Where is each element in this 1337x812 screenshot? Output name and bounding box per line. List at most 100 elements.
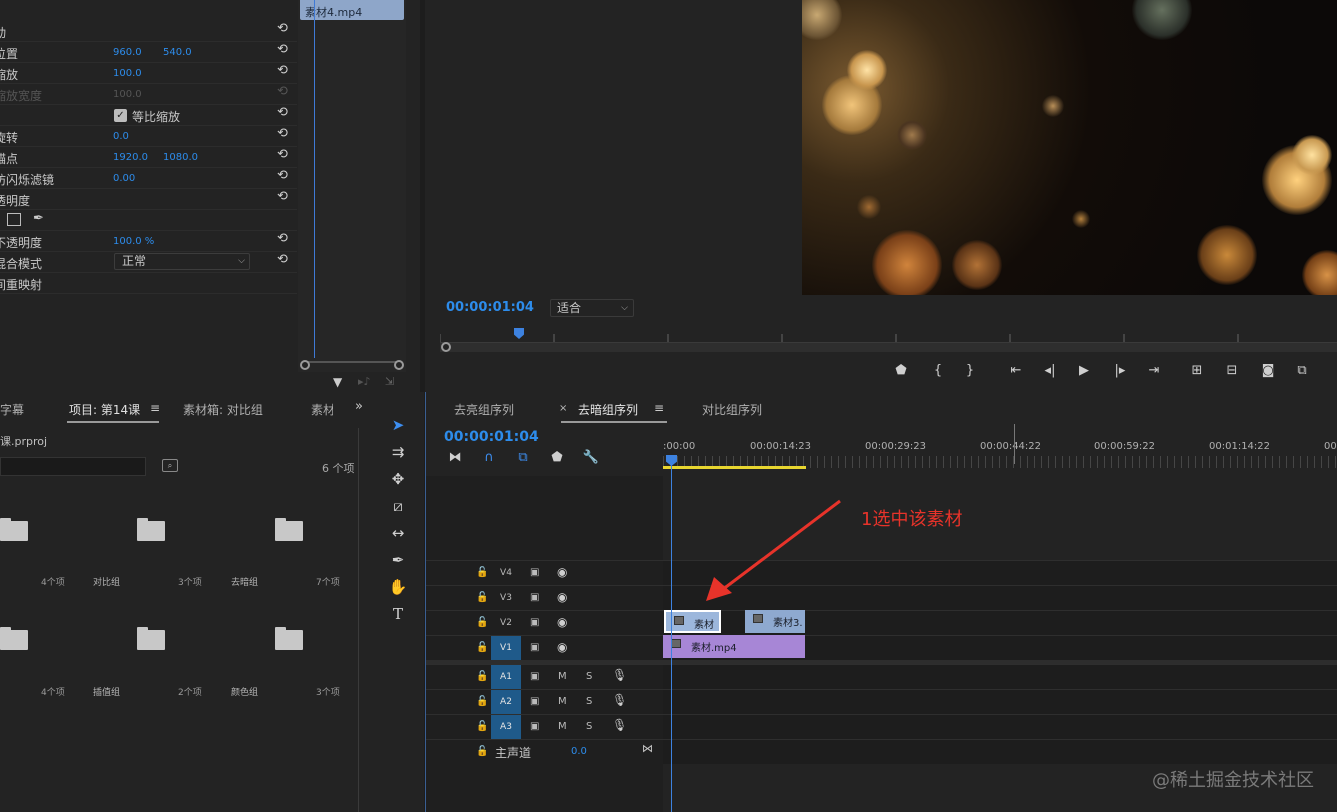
track-lane[interactable]: [663, 715, 1337, 739]
wrench-icon[interactable]: 🔧: [582, 450, 600, 465]
reset-icon[interactable]: ⟲: [277, 64, 291, 78]
monitor-zoom-knob[interactable]: [441, 342, 451, 352]
track-lane[interactable]: [663, 665, 1337, 689]
anchor-x-value[interactable]: 1920.0: [113, 152, 148, 163]
track-label[interactable]: V2: [491, 611, 521, 635]
tab-project[interactable]: 项目: 第14课: [69, 401, 140, 418]
sync-lock-icon[interactable]: ▣: [530, 592, 539, 603]
track-lane[interactable]: [663, 690, 1337, 714]
mark-in-icon[interactable]: {: [928, 362, 948, 380]
ripple-edit-tool-icon[interactable]: ✥: [388, 469, 408, 489]
folder-icon[interactable]: [0, 518, 28, 541]
nest-icon[interactable]: ⧓: [446, 450, 464, 465]
tab-sequence-3[interactable]: 对比组序列: [702, 401, 762, 418]
filter-icon[interactable]: ▼: [333, 375, 342, 389]
antiflicker-value[interactable]: 0.00: [113, 173, 135, 184]
clip-v2[interactable]: 素材3.: [745, 610, 805, 633]
work-area-bar[interactable]: [663, 466, 806, 469]
folder-name[interactable]: 颜色组: [231, 685, 258, 698]
mic-icon[interactable]: 🎙: [612, 718, 627, 732]
track-select-tool-icon[interactable]: ⇉: [388, 442, 408, 462]
mute-button[interactable]: M: [558, 721, 567, 732]
tab-menu-icon[interactable]: ≡: [654, 401, 664, 415]
track-lane[interactable]: [663, 740, 1337, 764]
mic-icon[interactable]: 🎙: [612, 693, 627, 707]
project-scrollbar[interactable]: [358, 428, 359, 812]
sync-lock-icon[interactable]: ▣: [530, 642, 539, 653]
lock-icon[interactable]: 🔓: [476, 671, 488, 682]
close-icon[interactable]: ×: [559, 403, 567, 414]
pen-tool-icon[interactable]: ✒: [388, 550, 408, 570]
uniform-scale-checkbox[interactable]: ✓: [114, 109, 127, 122]
reset-icon[interactable]: ⟲: [277, 190, 291, 204]
reset-icon[interactable]: ⟲: [277, 169, 291, 183]
project-search-input[interactable]: [0, 457, 146, 476]
go-to-edit-point-icon[interactable]: ⋈: [642, 742, 653, 755]
add-marker-icon[interactable]: ⬟: [548, 450, 566, 465]
clip-v1[interactable]: 素材.mp4: [663, 635, 805, 658]
program-timecode[interactable]: 00:00:01:04: [446, 300, 534, 315]
go-to-in-icon[interactable]: ⇤: [1006, 362, 1026, 380]
eye-icon[interactable]: ◉: [557, 615, 567, 629]
rotation-value[interactable]: 0.0: [113, 131, 129, 142]
eye-icon[interactable]: ◉: [557, 565, 567, 579]
sync-lock-icon[interactable]: ▣: [530, 567, 539, 578]
compare-view-icon[interactable]: ⧉: [1292, 362, 1312, 380]
position-x-value[interactable]: 960.0: [113, 47, 142, 58]
fx-zoom-scrollbar[interactable]: [303, 361, 401, 369]
sync-lock-icon[interactable]: ▣: [530, 617, 539, 628]
reset-icon[interactable]: ⟲: [277, 253, 291, 267]
folder-name[interactable]: 去暗组: [231, 575, 258, 588]
clip-v2-selected[interactable]: 素材: [664, 610, 721, 633]
effect-controls-clip[interactable]: 素材4.mp4: [300, 0, 404, 20]
timeline-playhead-line[interactable]: [671, 465, 672, 812]
track-label[interactable]: V3: [491, 586, 521, 610]
reset-icon[interactable]: ⟲: [277, 232, 291, 246]
lock-icon[interactable]: 🔓: [476, 567, 488, 578]
scale-value[interactable]: 100.0: [113, 68, 142, 79]
lock-icon[interactable]: 🔓: [476, 642, 488, 653]
solo-button[interactable]: S: [586, 721, 592, 732]
reset-icon[interactable]: ⟲: [277, 127, 291, 141]
selection-tool-icon[interactable]: ➤: [388, 415, 408, 435]
reset-icon[interactable]: ⟲: [277, 148, 291, 162]
eye-icon[interactable]: ◉: [557, 590, 567, 604]
mute-button[interactable]: M: [558, 696, 567, 707]
track-label[interactable]: A1: [491, 665, 521, 689]
panel-overflow-icon[interactable]: »: [355, 399, 363, 414]
eye-icon[interactable]: ◉: [557, 640, 567, 654]
sync-lock-icon[interactable]: ▣: [530, 671, 539, 682]
solo-button[interactable]: S: [586, 671, 592, 682]
lock-icon[interactable]: 🔓: [476, 746, 488, 757]
reset-icon[interactable]: ⟲: [277, 106, 291, 120]
master-volume-value[interactable]: 0.0: [571, 746, 587, 757]
pen-mask-icon[interactable]: ✒: [33, 211, 44, 226]
type-tool-icon[interactable]: T: [388, 604, 408, 624]
track-label[interactable]: V4: [491, 561, 521, 585]
solo-button[interactable]: S: [586, 696, 592, 707]
timeline-timecode[interactable]: 00:00:01:04: [444, 429, 539, 445]
slip-tool-icon[interactable]: ↔: [388, 523, 408, 543]
folder-icon[interactable]: [0, 627, 28, 650]
folder-name[interactable]: 对比组: [93, 575, 120, 588]
folder-icon[interactable]: [275, 518, 303, 541]
go-to-out-icon[interactable]: ⇥: [1144, 362, 1164, 380]
tab-sequence-2[interactable]: 去暗组序列: [578, 401, 638, 418]
mic-icon[interactable]: 🎙: [612, 668, 627, 682]
rectangle-mask-icon[interactable]: [7, 213, 21, 226]
tab-captions[interactable]: 字幕: [0, 401, 24, 418]
snap-magnet-icon[interactable]: ∩: [480, 450, 498, 465]
lock-icon[interactable]: 🔓: [476, 696, 488, 707]
monitor-ruler[interactable]: [440, 328, 1337, 342]
razor-tool-icon[interactable]: ⧄: [388, 496, 408, 516]
search-bin-icon[interactable]: ⌕: [162, 459, 178, 472]
linked-selection-icon[interactable]: ⧉: [514, 450, 532, 465]
step-back-icon[interactable]: ◂|: [1040, 362, 1060, 380]
sync-lock-icon[interactable]: ▣: [530, 696, 539, 707]
step-forward-icon[interactable]: |▸: [1110, 362, 1130, 380]
reset-icon[interactable]: ⟲: [277, 43, 291, 57]
tab-bin[interactable]: 素材箱: 对比组: [183, 401, 263, 418]
scroll-knob-left[interactable]: [300, 360, 310, 370]
tab-media[interactable]: 素材: [311, 401, 333, 418]
camera-icon[interactable]: ◙: [1258, 362, 1278, 380]
